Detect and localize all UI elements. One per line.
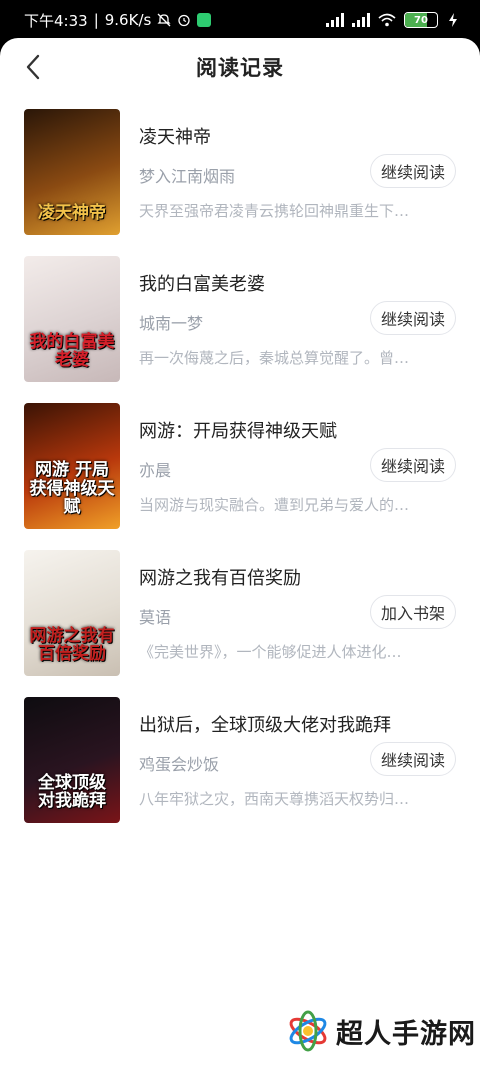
status-bar: 下午4:33 | 9.6K/s 70 (0, 0, 480, 40)
book-author: 梦入江南烟雨 (139, 167, 236, 186)
wifi-icon (378, 13, 396, 27)
alarm-icon (177, 13, 191, 27)
book-author: 亦晨 (139, 461, 172, 480)
book-list: 凌天神帝 凌天神帝 梦入江南烟雨 继续阅读 天界至强帝君凌青云携轮回神鼎重生下…… (0, 106, 480, 841)
book-author: 鸡蛋会炒饭 (139, 755, 220, 774)
battery-icon: 70 (404, 12, 438, 28)
book-author: 城南一梦 (139, 314, 204, 333)
status-left: 下午4:33 | 9.6K/s (24, 10, 212, 31)
cover-title: 全球顶级 对我跪拜 (38, 772, 106, 812)
continue-reading-button[interactable]: 继续阅读 (369, 448, 456, 482)
book-cover[interactable]: 网游之我有百倍奖励 (24, 550, 120, 676)
add-to-shelf-button[interactable]: 加入书架 (369, 595, 456, 629)
cover-title: 我的白富美老婆 (29, 331, 115, 371)
reading-history-page: 阅读记录 凌天神帝 凌天神帝 梦入江南烟雨 继续阅读 天界至强帝君凌青云携轮回神… (0, 38, 480, 1067)
continue-reading-button[interactable]: 继续阅读 (369, 154, 456, 188)
battery-level: 70 (414, 14, 428, 26)
status-separator: | (93, 11, 99, 29)
page-title: 阅读记录 (196, 56, 284, 80)
mute-icon (157, 13, 171, 27)
app-notification-icon (197, 13, 212, 27)
book-cover[interactable]: 凌天神帝 (24, 109, 120, 235)
book-description: 八年牢狱之灾，西南天尊携滔天权势归… (139, 790, 410, 808)
book-title[interactable]: 网游：开局获得神级天赋 (139, 417, 459, 443)
book-title[interactable]: 出狱后，全球顶级大佬对我跪拜 (139, 711, 459, 737)
cover-title: 网游之我有百倍奖励 (29, 625, 115, 665)
watermark-text: 超人手游网 (336, 1018, 476, 1050)
status-right: 70 (326, 12, 460, 28)
book-title[interactable]: 我的白富美老婆 (139, 270, 459, 296)
book-item[interactable]: 网游之我有百倍奖励 网游之我有百倍奖励 莫语 加入书架 《完美世界》，一个能够促… (0, 547, 480, 694)
book-cover[interactable]: 网游 开局获得神级天赋 (24, 403, 120, 529)
book-description: 再一次侮蔑之后，秦城总算觉醒了。曾… (139, 349, 410, 367)
book-description: 《完美世界》，一个能够促进人体进化… (139, 643, 402, 661)
signal-1-icon (326, 13, 344, 27)
header: 阅读记录 (0, 38, 480, 96)
signal-2-icon (352, 13, 370, 27)
book-title[interactable]: 网游之我有百倍奖励 (139, 564, 459, 590)
book-cover[interactable]: 全球顶级 对我跪拜 (24, 697, 120, 823)
chevron-left-icon (26, 54, 40, 80)
book-description: 当网游与现实融合。遭到兄弟与爱人的… (139, 496, 410, 514)
cover-title: 凌天神帝 (38, 203, 106, 224)
book-author: 莫语 (139, 608, 172, 627)
book-item[interactable]: 网游 开局获得神级天赋 网游：开局获得神级天赋 亦晨 继续阅读 当网游与现实融合… (0, 400, 480, 547)
colorful-atom-logo-icon (289, 1010, 327, 1052)
book-item[interactable]: 全球顶级 对我跪拜 出狱后，全球顶级大佬对我跪拜 鸡蛋会炒饭 继续阅读 八年牢狱… (0, 694, 480, 841)
back-button[interactable] (18, 52, 48, 82)
book-description: 天界至强帝君凌青云携轮回神鼎重生下… (139, 202, 410, 220)
book-title[interactable]: 凌天神帝 (139, 123, 459, 149)
charging-icon (446, 13, 460, 27)
book-cover[interactable]: 我的白富美老婆 (24, 256, 120, 382)
continue-reading-button[interactable]: 继续阅读 (369, 301, 456, 335)
book-item[interactable]: 凌天神帝 凌天神帝 梦入江南烟雨 继续阅读 天界至强帝君凌青云携轮回神鼎重生下… (0, 106, 480, 253)
watermark: 超人手游网 (286, 1009, 476, 1053)
cover-title: 网游 开局获得神级天赋 (29, 459, 115, 518)
continue-reading-button[interactable]: 继续阅读 (369, 742, 456, 776)
book-item[interactable]: 我的白富美老婆 我的白富美老婆 城南一梦 继续阅读 再一次侮蔑之后，秦城总算觉醒… (0, 253, 480, 400)
status-time: 下午4:33 (24, 11, 88, 30)
network-speed: 9.6K/s (104, 11, 152, 29)
